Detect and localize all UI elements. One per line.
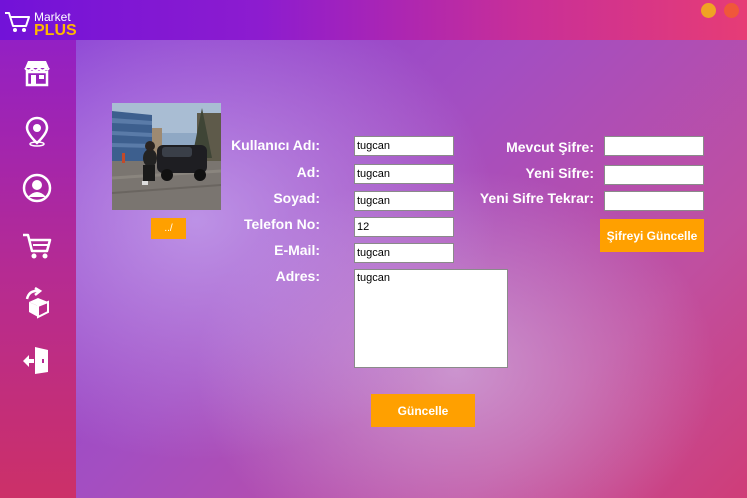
profile-panel: ../ Kullanıcı Adı: Ad: Soyad: Telefon No… — [76, 40, 747, 498]
update-profile-button[interactable]: Güncelle — [371, 394, 475, 427]
return-box-icon — [25, 287, 49, 319]
logo-text-plus: PLUS — [34, 22, 77, 39]
username-label: Kullanıcı Adı: — [231, 137, 320, 153]
cart-logo-icon — [5, 12, 30, 32]
sidebar-item-cart[interactable] — [20, 229, 54, 263]
minimize-button[interactable] — [701, 3, 716, 18]
phone-input[interactable] — [354, 217, 454, 237]
browse-photo-button[interactable]: ../ — [151, 218, 186, 239]
update-password-button[interactable]: Şifreyi Güncelle — [600, 219, 704, 252]
close-button[interactable] — [724, 3, 739, 18]
title-bar: Market PLUS — [0, 0, 747, 40]
username-input[interactable] — [354, 136, 454, 156]
email-input[interactable] — [354, 243, 454, 263]
sidebar-item-profile[interactable] — [20, 171, 54, 205]
address-label: Adres: — [275, 268, 320, 284]
surname-label: Soyad: — [273, 190, 320, 206]
app-window: Market PLUS ../ Kullanıcı Adı: tugcan Ad… — [0, 0, 747, 498]
user-icon — [22, 173, 52, 203]
repeat-password-input[interactable] — [604, 191, 704, 211]
name-label: Ad: — [296, 164, 320, 180]
sidebar-item-store[interactable] — [20, 56, 54, 90]
email-label: E-Mail: — [274, 242, 320, 258]
sidebar-item-location[interactable] — [20, 114, 54, 148]
current-password-input[interactable] — [604, 136, 704, 156]
cart-icon — [23, 233, 52, 259]
sidebar-item-logout[interactable] — [20, 343, 54, 377]
phone-label: Telefon No: — [244, 216, 320, 232]
sidebar — [0, 40, 76, 498]
sidebar-item-returns[interactable] — [20, 286, 54, 320]
new-password-input[interactable] — [604, 165, 704, 185]
name-input[interactable] — [354, 164, 454, 184]
app-logo: Market PLUS — [4, 6, 77, 39]
new-password-label: Yeni Sifre: — [525, 165, 594, 181]
current-password-label: Mevcut Şifre: — [506, 139, 594, 155]
repeat-password-label: Yeni Sifre Tekrar: — [479, 190, 594, 206]
location-pin-icon — [25, 116, 49, 147]
surname-input[interactable] — [354, 191, 454, 211]
logout-icon — [23, 347, 48, 374]
address-textarea[interactable]: tugcan — [354, 269, 508, 368]
profile-photo — [112, 103, 221, 210]
store-icon — [24, 61, 50, 87]
